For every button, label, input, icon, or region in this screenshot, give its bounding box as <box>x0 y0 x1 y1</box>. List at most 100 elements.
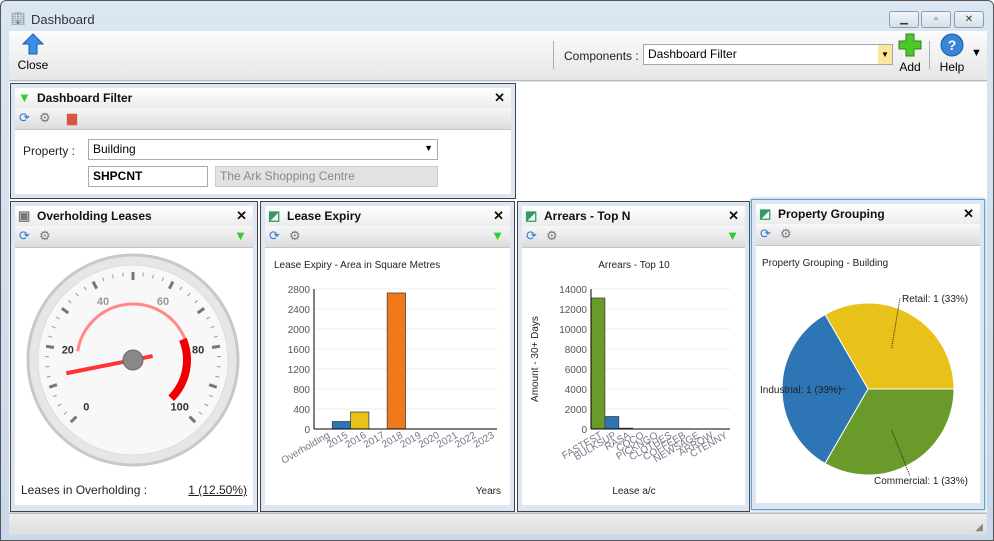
components-label: Components : <box>564 49 639 63</box>
filter-icon[interactable]: ▼ <box>491 228 504 243</box>
minimize-button[interactable]: ▁ <box>889 11 919 28</box>
window-title: Dashboard <box>31 12 95 27</box>
chart-title: Property Grouping - Building <box>762 258 888 269</box>
filter-icon[interactable]: ▼ <box>726 228 739 243</box>
panel-title: Property Grouping <box>778 207 885 221</box>
help-button[interactable]: ? Help <box>937 33 967 74</box>
y-tick-label: 8000 <box>565 345 588 356</box>
gear-icon[interactable]: ⚙ <box>546 228 558 244</box>
gear-icon[interactable]: ⚙ <box>780 226 792 242</box>
gauge-tick-label: 0 <box>83 402 89 414</box>
separator <box>553 41 554 69</box>
y-tick-label: 2000 <box>565 405 588 416</box>
y-axis-label: Amount - 30+ Days <box>530 316 541 402</box>
filter-icon[interactable]: ▼ <box>234 228 247 243</box>
x-tick-label: 2023 <box>472 430 497 451</box>
arrears-panel: ◩ Arrears - Top N ✕ ⟳ ⚙ ▼ Arrears - Top 10 0 2… <box>517 201 750 512</box>
x-axis-label: Years <box>476 486 501 497</box>
panel-title: Lease Expiry <box>287 209 362 223</box>
y-tick-label: 0 <box>304 425 310 436</box>
toolbar: Close Components : Dashboard Filter ▼ Ad… <box>9 31 987 81</box>
resize-grip-icon[interactable]: ◢ <box>975 522 983 533</box>
components-value: Dashboard Filter <box>648 47 737 61</box>
gauge-hub <box>122 349 144 371</box>
y-tick-label: 1200 <box>288 365 311 376</box>
refresh-icon[interactable]: ⟳ <box>760 226 771 242</box>
window-close-button[interactable]: ✕ <box>954 11 984 28</box>
lease-expiry-panel: ◩ Lease Expiry ✕ ⟳ ⚙ ▼ Lease Expiry - Area i… <box>260 201 515 512</box>
help-icon: ? <box>940 33 964 57</box>
panel-title: Dashboard Filter <box>37 91 133 105</box>
chart-title: Arrears - Top 10 <box>598 260 670 271</box>
chevron-down-icon[interactable]: ▼ <box>878 45 892 64</box>
y-tick-label: 400 <box>293 405 310 416</box>
chart-icon: ◩ <box>268 208 281 223</box>
property-code-input[interactable]: SHPCNT <box>88 166 208 187</box>
gauge-tick-label: 100 <box>170 402 188 414</box>
x-axis-label: Lease a/c <box>612 486 655 497</box>
dashboard-filter-panel: ▼ Dashboard Filter ✕ ⟳ ⚙ ▆ Property : Buildi… <box>10 83 516 199</box>
gauge-tick <box>211 344 221 349</box>
refresh-icon[interactable]: ⟳ <box>19 228 30 244</box>
separator <box>929 41 930 69</box>
up-arrow-icon <box>21 33 45 55</box>
status-bar: ◢ <box>9 513 987 535</box>
refresh-icon[interactable]: ⟳ <box>526 228 537 244</box>
gauge-tick-label: 20 <box>62 345 74 357</box>
close-icon[interactable]: ✕ <box>728 208 739 224</box>
close-label: Close <box>17 58 49 72</box>
pie-label: Commercial: 1 (33%) <box>874 476 968 487</box>
gauge: 0 20 40 60 80 100 <box>26 253 240 467</box>
y-tick-label: 4000 <box>565 385 588 396</box>
close-icon[interactable]: ✕ <box>236 208 247 224</box>
overholding-value-link[interactable]: 1 (12.50%) <box>188 483 247 497</box>
y-tick-label: 14000 <box>559 285 587 296</box>
plus-icon <box>898 33 922 57</box>
property-select[interactable]: Building ▼ <box>88 139 438 160</box>
gear-icon[interactable]: ⚙ <box>39 228 51 244</box>
property-label: Property : <box>23 144 76 158</box>
property-name-field: The Ark Shopping Centre <box>215 166 438 187</box>
chart-icon: ◩ <box>759 206 772 221</box>
refresh-icon[interactable]: ⟳ <box>19 110 30 126</box>
filter-icon: ▼ <box>18 90 31 105</box>
refresh-icon[interactable]: ⟳ <box>269 228 280 244</box>
building-icon: 🏢 <box>10 10 27 25</box>
y-tick-label: 2400 <box>288 305 311 316</box>
add-label: Add <box>899 60 921 74</box>
y-tick-label: 1600 <box>288 345 311 356</box>
close-icon[interactable]: ✕ <box>963 206 974 222</box>
arrears-chart: Arrears - Top 10 0 2000 4000 6000 8000 10000 12… <box>530 260 730 497</box>
overholding-label: Leases in Overholding : <box>21 483 148 497</box>
y-tick-label: 10000 <box>559 325 587 336</box>
bar <box>350 411 370 430</box>
chevron-down-icon[interactable]: ▼ <box>424 143 433 153</box>
overholding-leases-panel: ▣ Overholding Leases ✕ ⟳ ⚙ ▼ 0 20 40 60 80 100 Le… <box>10 201 258 512</box>
components-select[interactable]: Dashboard Filter ▼ <box>643 44 893 65</box>
gauge-icon: ▣ <box>18 208 31 223</box>
help-label: Help <box>939 60 965 74</box>
dashboard-window: 🏢 Dashboard ▁ ▫ ✕ Close Components : Das… <box>0 0 994 541</box>
bar <box>604 416 620 430</box>
chart-icon: ◩ <box>525 208 538 223</box>
close-button[interactable]: Close <box>15 33 51 79</box>
y-tick-label: 800 <box>293 385 310 396</box>
gear-icon[interactable]: ⚙ <box>39 110 51 126</box>
building-icon[interactable]: ▆ <box>67 110 77 126</box>
gauge-tick-label: 80 <box>192 345 204 357</box>
gear-icon[interactable]: ⚙ <box>289 228 301 244</box>
pie-label: Industrial: 1 (33%) <box>760 385 841 396</box>
maximize-button[interactable]: ▫ <box>921 11 951 28</box>
bar <box>386 292 406 430</box>
property-grouping-chart: Property Grouping - Building Retail: 1 (3… <box>760 258 968 487</box>
y-tick-label: 2000 <box>288 325 311 336</box>
add-button[interactable]: Add <box>895 33 925 74</box>
panel-title: Overholding Leases <box>37 209 152 223</box>
overflow-dropdown-icon[interactable]: ▼ <box>971 47 982 59</box>
chart-title: Lease Expiry - Area in Square Metres <box>274 260 440 271</box>
bar <box>331 421 352 430</box>
svg-text:?: ? <box>948 37 957 53</box>
close-icon[interactable]: ✕ <box>494 90 505 106</box>
close-icon[interactable]: ✕ <box>493 208 504 224</box>
property-value: Building <box>93 142 136 156</box>
